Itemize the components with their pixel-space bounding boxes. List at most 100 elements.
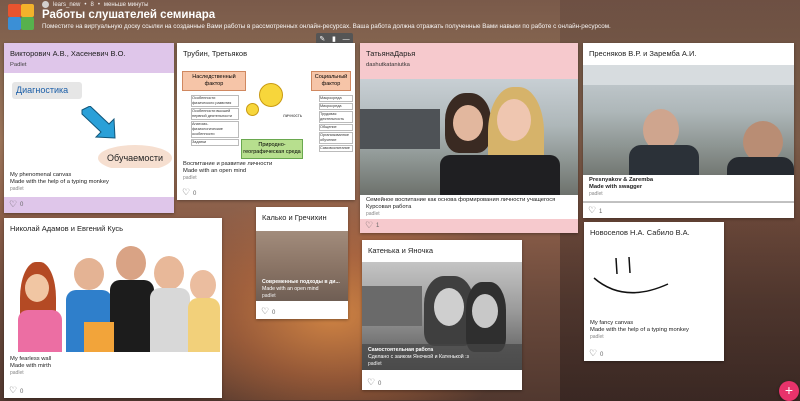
post-source[interactable]: padlet: [10, 370, 51, 376]
post-source[interactable]: padlet: [590, 334, 689, 340]
diagram-box: Социальный фактор: [311, 71, 351, 91]
post-card[interactable]: ТатьянаДарья dashutkataniutka Семейное в…: [360, 43, 578, 233]
arrow-icon: [81, 106, 116, 139]
board-count: 8: [90, 1, 94, 8]
meta-dot-2: •: [97, 1, 100, 8]
post-body: My phenomenal canvas Made with the help …: [10, 172, 109, 192]
post-image[interactable]: [360, 79, 578, 195]
post-caption: My fancy canvas: [590, 320, 634, 326]
board-user[interactable]: lears_new: [53, 2, 80, 8]
post-image[interactable]: [584, 244, 724, 318]
avatar[interactable]: [42, 1, 49, 8]
post-card[interactable]: Пресняков В.Р. и Заремба А.И. Presnyakov…: [583, 43, 794, 218]
post-footer: 0: [4, 197, 174, 213]
post-card[interactable]: Трубин, Третьяков Наследственный фактор …: [177, 43, 355, 200]
post-source[interactable]: padlet: [368, 361, 469, 367]
board-time: меньше минуты: [103, 1, 149, 8]
post-caption-sub: Made with an open mind: [262, 286, 319, 292]
post-card[interactable]: Викторович А.В., Хасеневич В.О. Padlet Д…: [4, 43, 174, 213]
heart-icon[interactable]: [365, 220, 373, 231]
post-footer: 0: [589, 348, 604, 359]
post-source[interactable]: padlet: [10, 186, 109, 192]
post-caption: Воспитание и развитие личности: [183, 161, 273, 167]
post-author: Викторович А.В., Хасеневич В.О.: [10, 49, 126, 58]
post-subject: dashutkataniutka: [366, 62, 410, 68]
post-card[interactable]: Калько и Гречихин Современные подходы в …: [256, 207, 348, 319]
post-body: My fearless wall Made with mirth padlet: [10, 356, 51, 376]
post-caption: My fearless wall: [10, 356, 52, 362]
post-body: Семейное воспитание как основа формирова…: [366, 197, 572, 217]
heart-icon[interactable]: [588, 205, 596, 216]
post-body: Современные подходы в ди... Made with an…: [262, 279, 340, 299]
heart-icon[interactable]: [367, 377, 375, 388]
board-title: Работы слушателей семинара: [42, 9, 216, 21]
smile-drawing: [593, 256, 669, 294]
padlet-logo[interactable]: [8, 4, 34, 30]
heart-icon[interactable]: [182, 187, 190, 198]
post-footer: 1: [360, 219, 578, 233]
post-image[interactable]: [4, 240, 222, 352]
header: lears_new • 8 • меньше минуты Работы слу…: [0, 0, 800, 38]
heart-icon[interactable]: [261, 306, 269, 317]
post-footer: 0: [182, 187, 197, 198]
post-author: ТатьянаДарья: [366, 49, 416, 58]
board-description: Поместите на виртуальную доску ссылки на…: [42, 23, 611, 30]
post-subject: Padlet: [10, 62, 27, 68]
meta-dot: •: [84, 1, 87, 8]
post-author: Николай Адамов и Евгений Кусь: [10, 224, 124, 233]
post-author: Трубин, Третьяков: [183, 49, 248, 58]
like-count: 0: [20, 202, 24, 208]
pencil-icon[interactable]: ✎: [319, 35, 325, 43]
post-footer: 0: [9, 385, 24, 396]
post-author: Новоселов Н.А. Сабило В.А.: [590, 228, 690, 237]
diagram-list-right: Макросреда Микросреда Трудовая деятельно…: [319, 95, 353, 152]
post-caption: My phenomenal canvas: [10, 172, 72, 178]
board-meta: lears_new • 8 • меньше минуты: [42, 1, 149, 8]
diagram-box: Природно-географическая среда: [241, 139, 303, 159]
post-image[interactable]: [583, 65, 794, 187]
like-count: 1: [376, 223, 380, 229]
post-footer: 1: [588, 205, 603, 216]
post-caption-sub: Сделано с заиком Яночкой и Катенькой :з: [368, 354, 469, 360]
post-body: Presnyakov & Zaremba Made with swagger p…: [589, 177, 653, 197]
post-card[interactable]: Катенька и Яночка Самостоятельная работа…: [362, 240, 522, 390]
post-body: My fancy canvas Made with the help of a …: [590, 320, 689, 340]
heart-icon[interactable]: [9, 385, 17, 396]
post-caption-sub: Made with swagger: [589, 184, 643, 190]
post-source[interactable]: padlet: [366, 211, 572, 217]
post-card[interactable]: Николай Адамов и Евгений Кусь My fearles…: [4, 218, 222, 398]
post-caption-sub: Made with the help of a typing monkey: [10, 179, 109, 185]
post-source[interactable]: padlet: [183, 175, 272, 181]
like-count: 0: [20, 388, 24, 395]
post-caption: Самостоятельная работа: [368, 347, 434, 353]
post-author: Калько и Гречихин: [262, 213, 327, 222]
diagram-label: Диагностика: [12, 82, 82, 99]
diagram-box: Наследственный фактор: [182, 71, 246, 91]
post-body: Воспитание и развитие личности Made with…: [183, 161, 272, 181]
heart-icon[interactable]: [589, 348, 597, 359]
add-post-button[interactable]: +: [779, 381, 799, 401]
post-author: Катенька и Яночка: [368, 246, 434, 255]
like-count: 0: [600, 351, 604, 358]
post-source[interactable]: padlet: [589, 191, 653, 197]
like-count: 1: [599, 208, 603, 215]
like-count: 0: [193, 190, 197, 197]
heart-icon[interactable]: [9, 199, 17, 210]
post-caption: Современные подходы в ди...: [262, 279, 340, 285]
post-caption-sub: Made with mirth: [10, 363, 51, 369]
post-caption: Семейное воспитание как основа формирова…: [366, 197, 556, 203]
post-caption-sub: Made with the help of a typing monkey: [590, 327, 689, 333]
more-icon[interactable]: —: [343, 36, 350, 43]
like-count: 0: [272, 309, 276, 316]
post-card[interactable]: Новоселов Н.А. Сабило В.А. My fancy canv…: [584, 222, 724, 361]
post-image[interactable]: Наследственный фактор Социальный фактор …: [179, 65, 353, 159]
post-source[interactable]: padlet: [262, 293, 340, 299]
diagram-center: личность: [283, 113, 303, 118]
post-caption-sub: Курсовая работа: [366, 204, 412, 210]
diagram-list-left: Особенности физического развития Особенн…: [191, 95, 239, 146]
smiley-icon: [246, 103, 259, 116]
post-body: Самостоятельная работа Сделано с заиком …: [368, 347, 469, 367]
trash-icon[interactable]: ▮: [332, 35, 336, 43]
post-footer: 0: [367, 377, 381, 388]
post-author: Пресняков В.Р. и Заремба А.И.: [589, 49, 697, 58]
